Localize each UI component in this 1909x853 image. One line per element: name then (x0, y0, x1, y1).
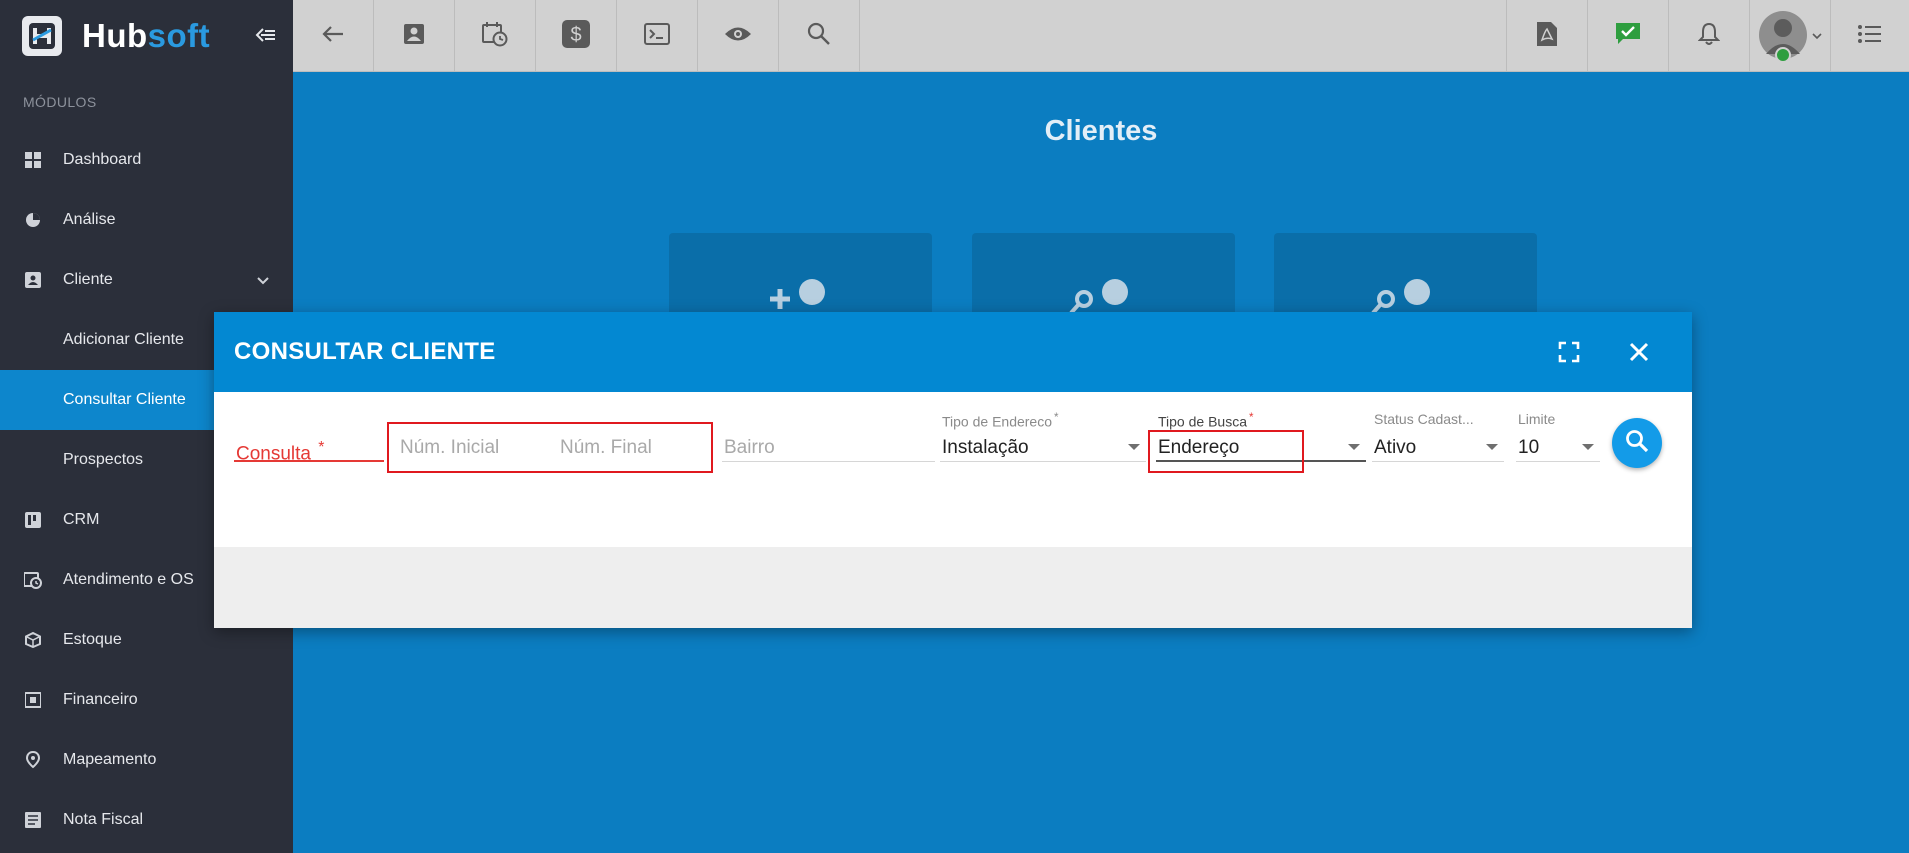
dropdown-caret-icon (1582, 444, 1594, 450)
sidebar-item-cliente[interactable]: Cliente (0, 250, 293, 310)
terminal-button[interactable] (617, 0, 698, 72)
svg-text:$: $ (570, 24, 581, 46)
modal-header: CONSULTAR CLIENTE (214, 312, 1692, 392)
notifications-button[interactable] (1668, 0, 1749, 72)
status-cadastro-value: Ativo (1374, 437, 1417, 458)
fullscreen-icon[interactable] (1556, 339, 1582, 365)
eye-icon (724, 25, 752, 48)
bell-icon (1697, 22, 1721, 51)
close-icon[interactable] (1625, 338, 1653, 366)
modal-footer (214, 547, 1692, 628)
view-button[interactable] (698, 0, 779, 72)
dropdown-caret-icon (1128, 444, 1140, 450)
num-range-highlight-box (387, 422, 713, 473)
modules-section-label: MÓDULOS (23, 94, 97, 110)
sidebar-item-dashboard[interactable]: Dashboard (0, 130, 293, 190)
map-pin-icon (24, 751, 42, 769)
sidebar-item-label: Mapeamento (63, 751, 157, 768)
search-icon (807, 22, 831, 51)
sidebar-item-analise[interactable]: Análise (0, 190, 293, 250)
limite-label: Limite (1518, 411, 1556, 427)
sidebar-item-label: CRM (63, 511, 100, 528)
bairro-input[interactable]: Bairro (722, 418, 935, 462)
back-arrow-icon (322, 25, 344, 48)
page-title: Clientes (1044, 115, 1158, 147)
contact-card-icon (403, 23, 425, 50)
chat-check-icon (1615, 22, 1641, 51)
sidebar-item-label: Análise (63, 211, 116, 228)
brand: Hubsoft (0, 0, 293, 72)
dropdown-caret-icon (1486, 444, 1498, 450)
sidebar-item-label: Consultar Cliente (63, 391, 186, 408)
clients-shortcut-button[interactable] (374, 0, 455, 72)
main-menu-button[interactable] (1830, 0, 1909, 72)
topbar: $ (293, 0, 1909, 72)
contact-card-icon (24, 271, 42, 289)
bairro-placeholder: Bairro (724, 437, 775, 458)
consulta-input[interactable]: Consulta * (234, 418, 384, 465)
modal-title: CONSULTAR CLIENTE (234, 338, 496, 365)
status-cadastro-label: Status Cadast... (1374, 411, 1474, 427)
status-cadastro-select[interactable]: Status Cadast... Ativo (1372, 411, 1504, 462)
sidebar-item-label: Atendimento e OS (63, 571, 194, 588)
sidebar-item-financeiro[interactable]: Financeiro (0, 670, 293, 730)
limite-value: 10 (1518, 437, 1540, 458)
back-button[interactable] (293, 0, 374, 72)
kanban-icon (24, 511, 42, 529)
sidebar-item-label: Adicionar Cliente (63, 331, 184, 348)
money-icon (24, 691, 42, 709)
grid-icon (24, 151, 42, 169)
brand-name: Hubsoft (82, 17, 211, 54)
sidebar-item-nota-fiscal[interactable]: Nota Fiscal (0, 790, 293, 850)
pie-chart-icon (24, 211, 42, 229)
limite-select[interactable]: Limite 10 (1516, 411, 1600, 462)
terminal-icon (644, 22, 670, 50)
tipo-endereco-value: Instalação (942, 437, 1029, 458)
sidebar-item-label: Estoque (63, 631, 122, 648)
chevron-down-icon (257, 272, 269, 290)
collapse-sidebar-icon[interactable] (253, 22, 279, 48)
tipo-busca-label: Tipo de Busca * (1158, 411, 1254, 430)
search-submit-button[interactable] (1612, 418, 1662, 468)
sidebar-item-label: Cliente (63, 271, 113, 288)
pdf-icon (1536, 21, 1558, 52)
search-icon (1625, 429, 1649, 458)
avatar (1758, 10, 1808, 63)
messages-button[interactable] (1587, 0, 1668, 72)
calendar-clock-icon (482, 21, 508, 52)
dollar-icon: $ (562, 19, 590, 53)
user-menu-button[interactable] (1749, 0, 1830, 72)
pdf-button[interactable] (1506, 0, 1587, 72)
chevron-down-icon (1812, 27, 1822, 45)
dropdown-caret-icon (1348, 444, 1360, 450)
tipo-busca-highlight-box (1148, 430, 1304, 473)
sidebar-item-label: Prospectos (63, 451, 144, 468)
sidebar-item-label: Dashboard (63, 151, 142, 168)
schedule-button[interactable] (455, 0, 536, 72)
calendar-clock-icon (24, 571, 42, 589)
sidebar-item-label: Nota Fiscal (63, 811, 144, 828)
hubsoft-logo-icon[interactable] (22, 16, 62, 56)
sidebar-item-mapeamento[interactable]: Mapeamento (0, 730, 293, 790)
search-button[interactable] (779, 0, 860, 72)
list-menu-icon (1858, 24, 1882, 49)
tipo-endereco-label: Tipo de Endereco * (942, 411, 1059, 430)
box-icon (24, 631, 42, 649)
finance-button[interactable]: $ (536, 0, 617, 72)
tipo-endereco-select[interactable]: Tipo de Endereco * Instalação (940, 411, 1146, 462)
document-icon (24, 811, 42, 829)
sidebar-item-label: Financeiro (63, 691, 138, 708)
consulta-placeholder: Consulta * (236, 439, 325, 465)
